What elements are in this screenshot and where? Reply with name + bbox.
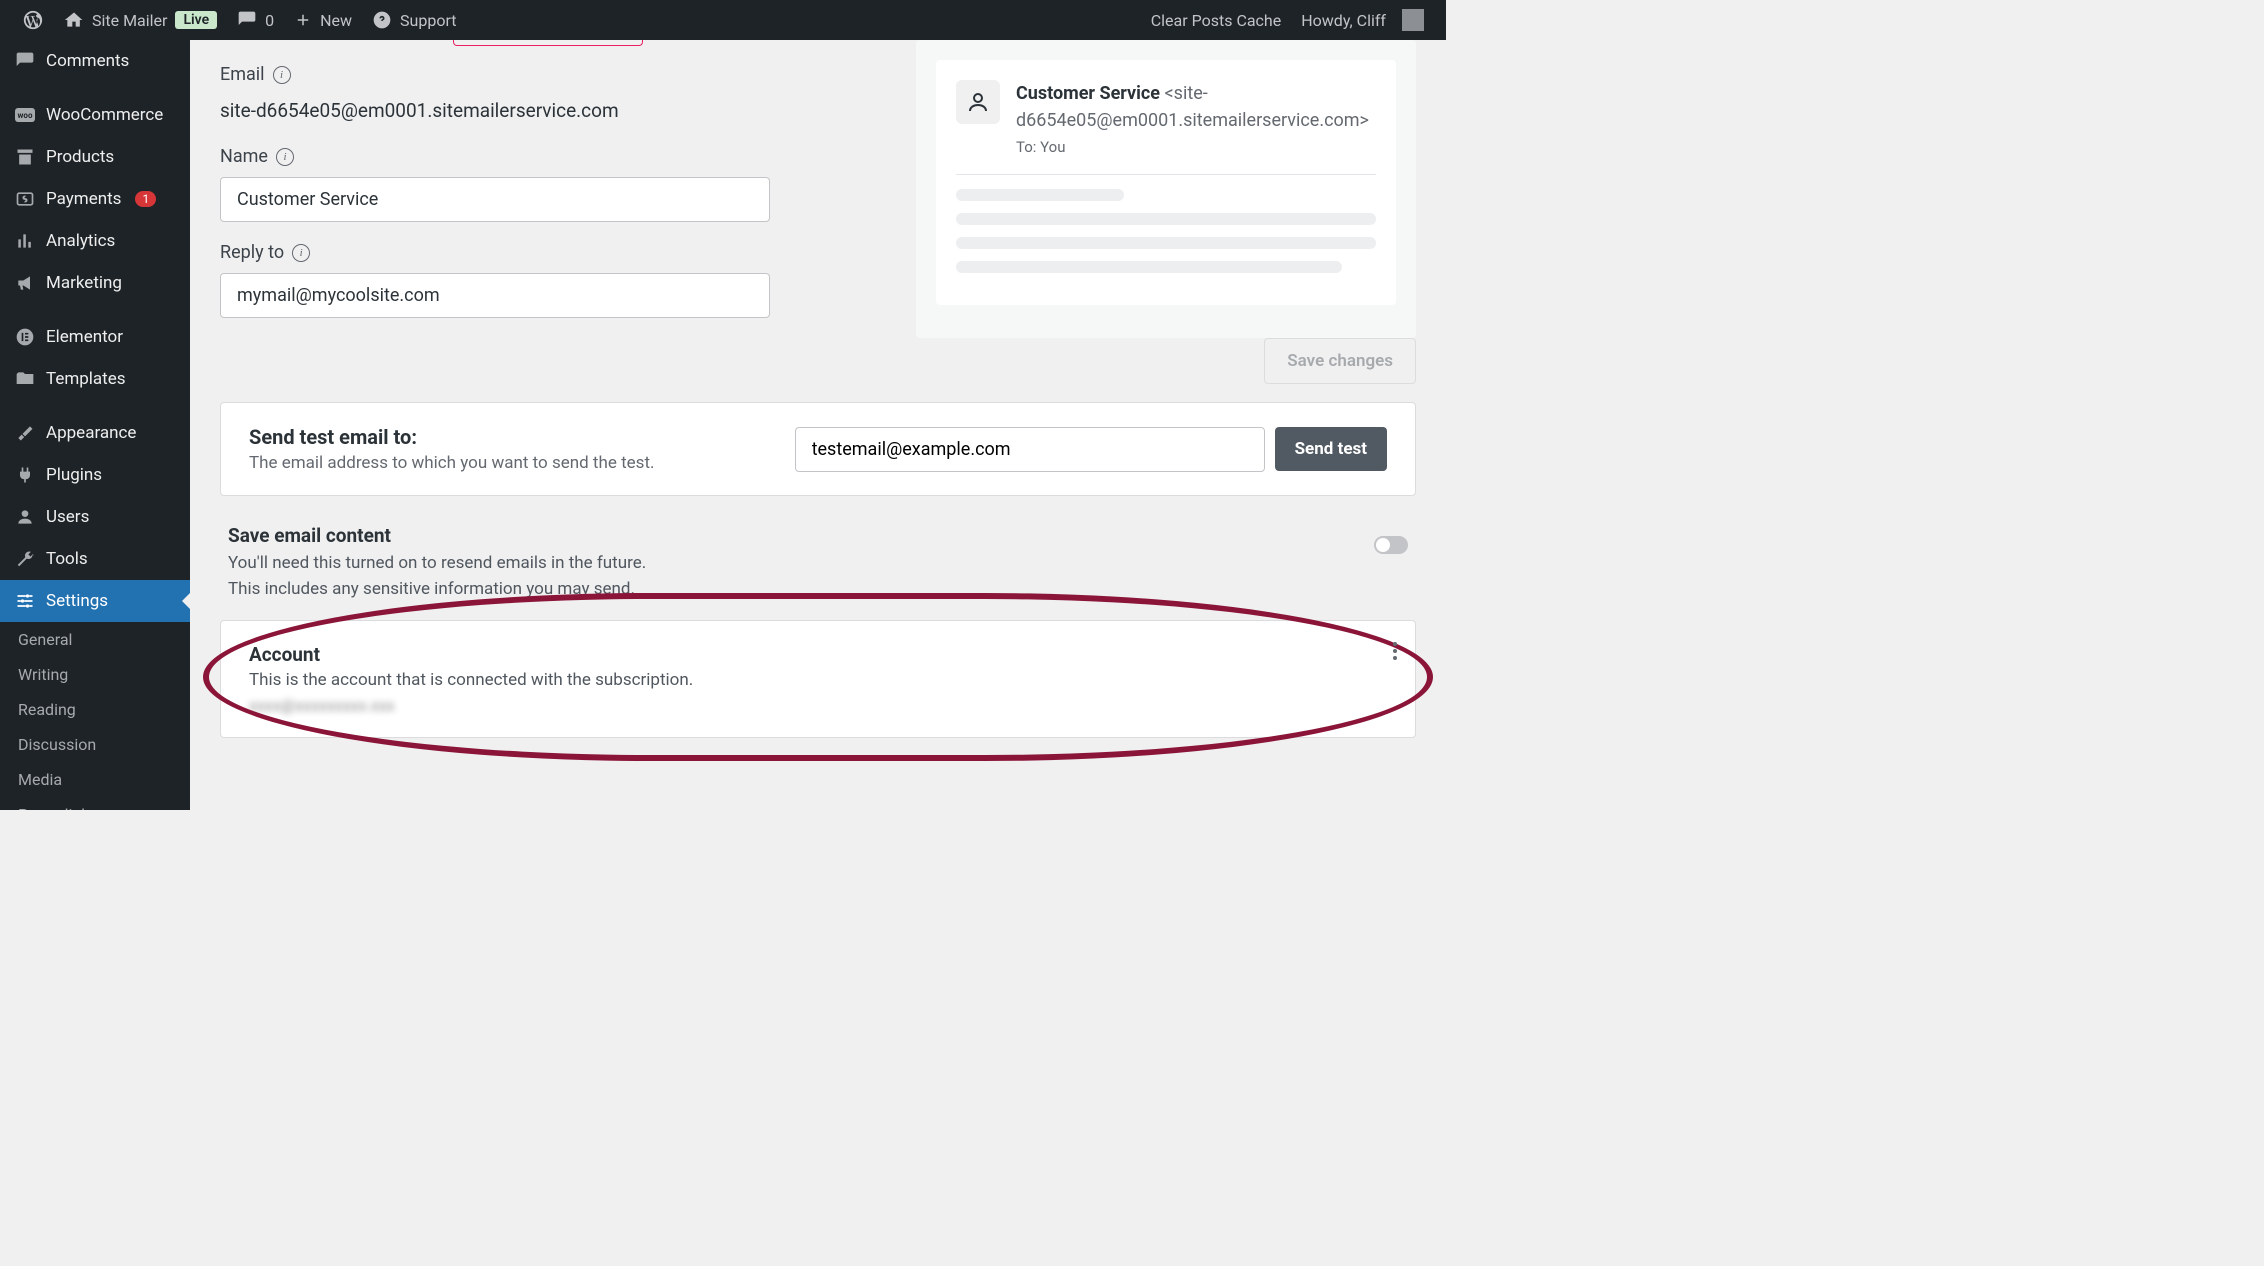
wordpress-icon [22,9,44,31]
reply-to-input[interactable] [220,273,770,318]
svg-text:woo: woo [18,111,33,120]
send-test-desc: The email address to which you want to s… [249,453,655,473]
wrench-icon [14,548,36,570]
wp-logo[interactable] [12,0,54,40]
email-preview: Customer Service <site-d6654e05@em0001.s… [916,40,1416,338]
support-label: Support [400,11,456,30]
user-icon [14,506,36,528]
account-panel: Account This is the account that is conn… [220,620,1416,738]
sidebar-item-marketing[interactable]: Marketing [0,262,190,304]
sidebar-item-templates[interactable]: Templates [0,358,190,400]
admin-bar: Site Mailer Live 0 New Support Clear Pos… [0,0,1446,40]
save-content-desc2: This includes any sensitive information … [228,577,646,603]
new-label: New [320,11,352,30]
email-value: site-d6654e05@em0001.sitemailerservice.c… [220,95,876,126]
support-link[interactable]: Support [362,0,466,40]
folder-icon [14,368,36,390]
sidebar-item-users[interactable]: Users [0,496,190,538]
save-content-desc1: You'll need this turned on to resend ema… [228,551,646,577]
name-label: Name i [220,146,876,167]
send-test-button[interactable]: Send test [1275,427,1387,471]
sidebar-item-payments[interactable]: Payments 1 [0,178,190,220]
sidebar-sub-general[interactable]: General [0,622,190,657]
help-icon [372,10,392,30]
plug-icon [14,464,36,486]
account-menu[interactable]: Howdy, Cliff [1291,0,1434,40]
send-test-panel: Send test email to: The email address to… [220,402,1416,496]
home-icon [64,10,84,30]
sidebar-item-products[interactable]: Products [0,136,190,178]
send-test-title: Send test email to: [249,425,655,449]
info-icon[interactable]: i [273,66,291,84]
skeleton-line [956,189,1124,201]
sidebar-item-elementor[interactable]: Elementor [0,316,190,358]
comments-count: 0 [265,11,274,30]
woo-icon: woo [14,104,36,126]
preview-from: Customer Service <site-d6654e05@em0001.s… [1016,80,1376,134]
megaphone-icon [14,272,36,294]
name-input[interactable] [220,177,770,222]
site-name: Site Mailer [92,11,167,30]
new-content-link[interactable]: New [284,0,362,40]
main-content: Email i site-d6654e05@em0001.sitemailers… [190,40,1446,810]
comment-icon [237,10,257,30]
sidebar-item-appearance[interactable]: Appearance [0,412,190,454]
save-changes-button[interactable]: Save changes [1264,338,1416,384]
sidebar-sub-media[interactable]: Media [0,762,190,797]
save-content-section: Save email content You'll need this turn… [220,514,1416,602]
live-badge: Live [175,11,217,29]
sidebar-sub-reading[interactable]: Reading [0,692,190,727]
account-email-blurred: xxxx@xxxxxxxxx.xxx [249,696,1387,715]
badge-count: 1 [135,191,156,207]
save-content-title: Save email content [228,524,646,547]
sidebar-item-comments[interactable]: Comments [0,40,190,82]
sidebar-sub-permalinks[interactable]: Permalinks [0,797,190,810]
sidebar-item-analytics[interactable]: Analytics [0,220,190,262]
clear-cache-link[interactable]: Clear Posts Cache [1141,0,1292,40]
chart-icon [14,230,36,252]
comment-icon [14,50,36,72]
avatar-icon [1402,9,1424,31]
sliders-icon [14,590,36,612]
save-content-toggle[interactable] [1374,536,1408,554]
sidebar-item-settings[interactable]: Settings [0,580,190,622]
sidebar-item-tools[interactable]: Tools [0,538,190,580]
site-home-link[interactable]: Site Mailer Live [54,0,227,40]
sidebar-item-plugins[interactable]: Plugins [0,454,190,496]
test-email-input[interactable] [795,427,1265,472]
decorative-outline [453,40,643,46]
email-label: Email i [220,64,876,85]
info-icon[interactable]: i [292,244,310,262]
comments-link[interactable]: 0 [227,0,284,40]
preview-to: To: You [1016,138,1376,156]
account-title: Account [249,643,1387,666]
dollar-icon [14,188,36,210]
skeleton-line [956,261,1342,273]
sidebar-sub-discussion[interactable]: Discussion [0,727,190,762]
admin-sidebar: Comments woo WooCommerce Products Paymen… [0,40,190,810]
avatar-icon [956,80,1000,124]
archive-icon [14,146,36,168]
sidebar-sub-writing[interactable]: Writing [0,657,190,692]
info-icon[interactable]: i [276,148,294,166]
skeleton-line [956,213,1376,225]
plus-icon [294,11,312,29]
brush-icon [14,422,36,444]
sidebar-item-woocommerce[interactable]: woo WooCommerce [0,94,190,136]
skeleton-line [956,237,1376,249]
elementor-icon [14,326,36,348]
reply-to-label: Reply to i [220,242,876,263]
account-desc: This is the account that is connected wi… [249,670,1387,690]
account-menu-button[interactable] [1383,639,1407,663]
